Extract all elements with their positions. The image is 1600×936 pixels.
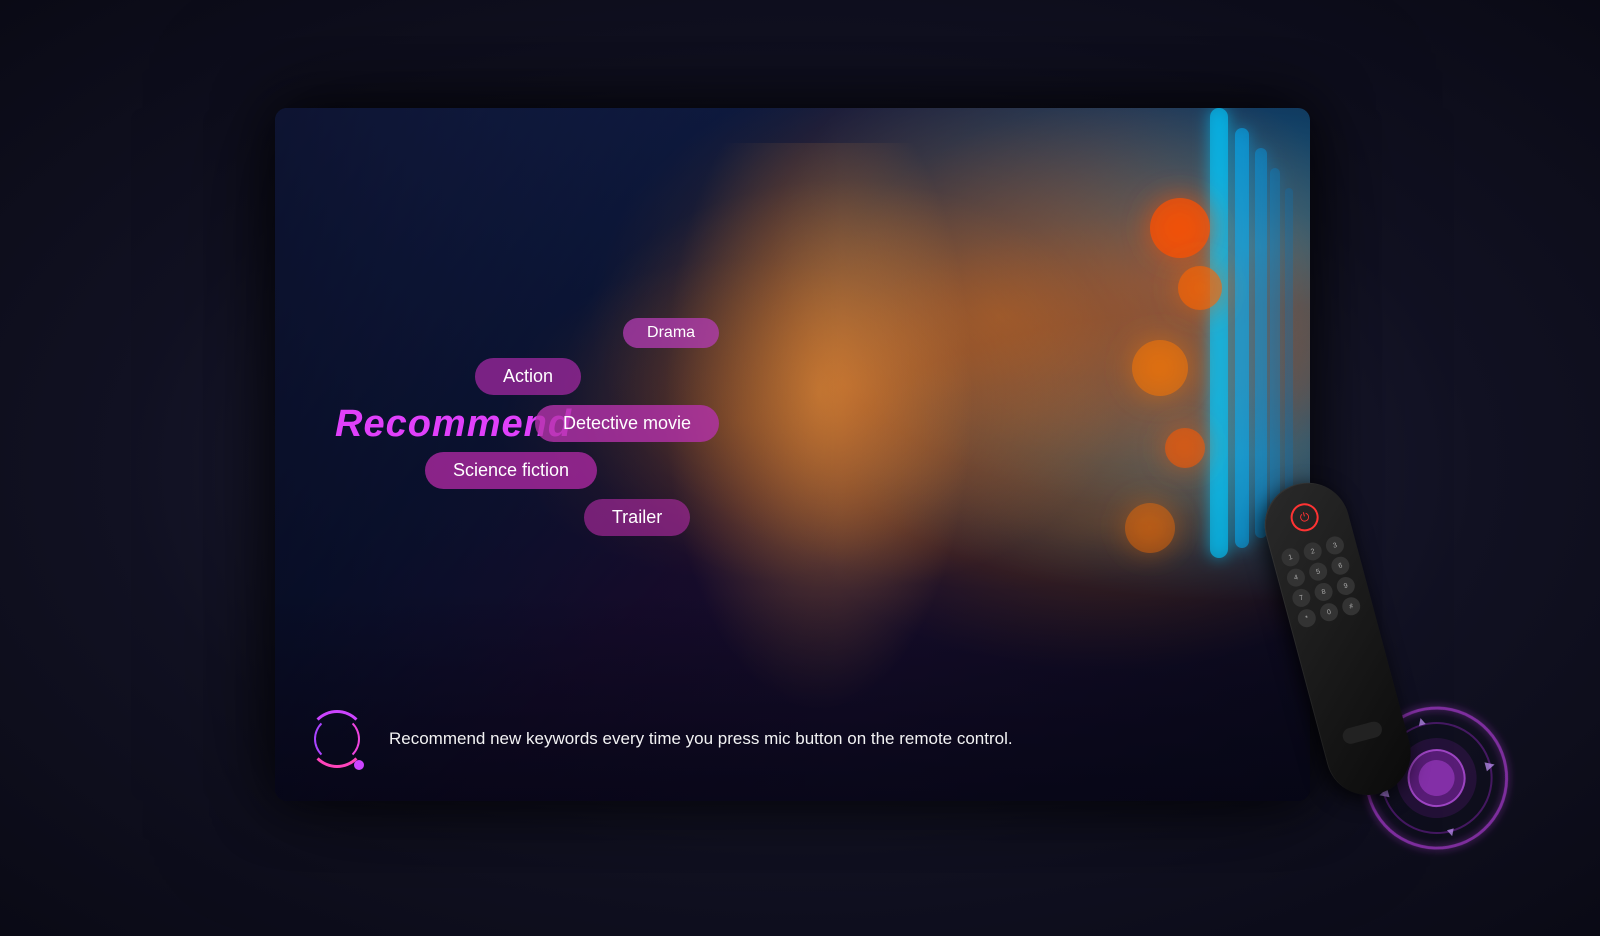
voice-bar: Recommend new keywords every time you pr… xyxy=(305,707,1280,771)
btn-0[interactable]: 0 xyxy=(1318,601,1340,623)
svg-text:▶: ▶ xyxy=(1484,757,1497,773)
btn-star-label: * xyxy=(1305,614,1309,621)
btn-2[interactable]: 2 xyxy=(1302,540,1324,562)
power-button[interactable]: ⏻ xyxy=(1287,500,1321,534)
btn-5-label: 5 xyxy=(1315,568,1321,576)
btn-7[interactable]: 7 xyxy=(1290,587,1312,609)
drama-label: Drama xyxy=(647,324,695,342)
btn-hash-label: # xyxy=(1348,602,1354,610)
tv-screen: Recommend Drama Action Detective movie S… xyxy=(275,108,1310,801)
btn-4[interactable]: 4 xyxy=(1285,567,1307,589)
genre-tag-detective[interactable]: Detective movie xyxy=(535,405,719,442)
voice-ring-inner xyxy=(314,716,360,762)
tv-outer: Recommend Drama Action Detective movie S… xyxy=(275,108,1325,828)
btn-4-label: 4 xyxy=(1293,574,1299,582)
btn-1[interactable]: 1 xyxy=(1279,546,1301,568)
genre-tag-trailer[interactable]: Trailer xyxy=(584,499,690,536)
genre-tags-container: Drama Action Detective movie Science fic… xyxy=(475,318,719,536)
content-overlay: Recommend Drama Action Detective movie S… xyxy=(275,108,1310,801)
remote-bottom-button[interactable] xyxy=(1341,720,1384,746)
btn-0-label: 0 xyxy=(1326,608,1332,616)
btn-6-label: 6 xyxy=(1338,562,1344,570)
voice-description: Recommend new keywords every time you pr… xyxy=(389,729,1013,749)
btn-6[interactable]: 6 xyxy=(1329,555,1351,577)
btn-1-label: 1 xyxy=(1288,553,1294,561)
btn-9[interactable]: 9 xyxy=(1335,575,1357,597)
action-label: Action xyxy=(503,366,553,387)
remote-body: ⏻ 1 2 3 4 5 6 7 8 9 * 0 # xyxy=(1255,473,1420,804)
btn-8-label: 8 xyxy=(1321,588,1327,596)
btn-star[interactable]: * xyxy=(1296,607,1318,629)
svg-text:▲: ▲ xyxy=(1414,713,1429,730)
genre-tag-drama[interactable]: Drama xyxy=(623,318,719,348)
voice-dot xyxy=(354,760,364,770)
remote-container: ▲ ▼ ◀ ▶ ⏻ 1 2 3 4 5 6 7 8 9 xyxy=(1199,459,1491,878)
btn-3[interactable]: 3 xyxy=(1324,534,1346,556)
science-fiction-label: Science fiction xyxy=(453,460,569,481)
btn-3-label: 3 xyxy=(1332,542,1338,550)
btn-9-label: 9 xyxy=(1343,582,1349,590)
svg-text:▼: ▼ xyxy=(1444,824,1459,841)
btn-7-label: 7 xyxy=(1299,594,1305,602)
btn-8[interactable]: 8 xyxy=(1313,581,1335,603)
btn-5[interactable]: 5 xyxy=(1307,561,1329,583)
btn-2-label: 2 xyxy=(1310,547,1316,555)
voice-icon xyxy=(305,707,369,771)
genre-tag-action[interactable]: Action xyxy=(475,358,581,395)
detective-label: Detective movie xyxy=(563,413,691,434)
power-icon: ⏻ xyxy=(1298,509,1311,526)
trailer-label: Trailer xyxy=(612,507,662,528)
genre-tag-science-fiction[interactable]: Science fiction xyxy=(425,452,597,489)
btn-hash[interactable]: # xyxy=(1340,595,1362,617)
number-buttons: 1 2 3 4 5 6 7 8 9 * 0 # xyxy=(1279,534,1364,629)
